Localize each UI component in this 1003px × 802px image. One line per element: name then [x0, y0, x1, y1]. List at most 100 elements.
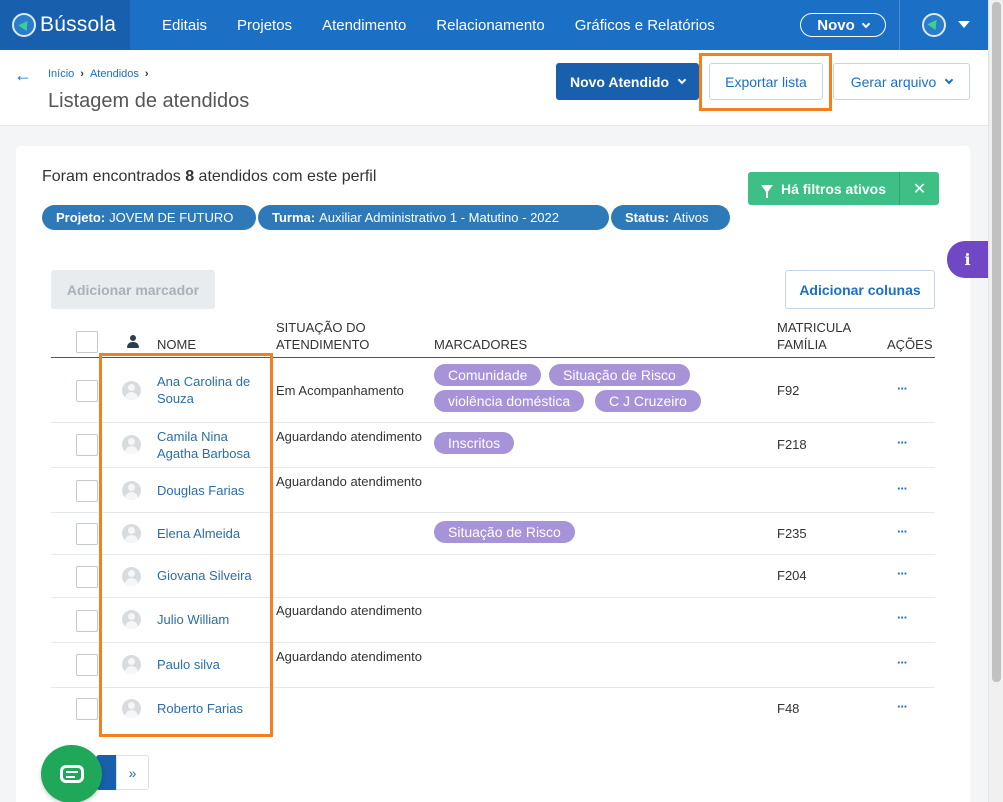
breadcrumb-atendidos[interactable]: Atendidos	[90, 68, 139, 80]
novo-atendido-label: Novo Atendido	[569, 73, 670, 90]
attendee-name-link[interactable]: Roberto Farias	[157, 700, 267, 717]
row-divider	[51, 554, 935, 555]
header-nome[interactable]: NOME	[157, 336, 196, 353]
chat-button[interactable]	[41, 745, 102, 802]
marcador-tag[interactable]: Comunidade	[434, 364, 542, 386]
avatar	[122, 381, 141, 400]
active-filters-label: Há filtros ativos	[780, 180, 887, 197]
attendee-name-link[interactable]: Douglas Farias	[157, 482, 267, 499]
row-checkbox[interactable]	[76, 610, 98, 632]
person-icon	[127, 335, 139, 349]
header-matricula-line1: MATRICULA	[777, 320, 852, 335]
summary-count: 8	[185, 168, 195, 185]
nav-item-graficos-relatorios[interactable]: Gráficos e Relatórios	[575, 17, 715, 34]
row-checkbox[interactable]	[76, 654, 98, 676]
nav-item-projetos[interactable]: Projetos	[237, 17, 292, 34]
attendee-name-link[interactable]: Ana Carolina de Souza	[157, 373, 267, 407]
row-actions-menu[interactable]: ···	[897, 381, 908, 396]
active-filters-button: Há filtros ativos ✕	[748, 172, 939, 205]
marcador-tag[interactable]: Situação de Risco	[434, 521, 575, 543]
marcador-tag[interactable]: C J Cruzeiro	[595, 390, 701, 412]
novo-atendido-button[interactable]: Novo Atendido	[556, 63, 699, 100]
header-situacao-line1: SITUAÇÃO DO	[276, 320, 366, 335]
novo-dropdown-button[interactable]: Novo	[800, 13, 886, 37]
clear-filters-button[interactable]: ✕	[900, 179, 939, 199]
chevron-down-icon	[861, 19, 870, 28]
row-actions-menu[interactable]: ···	[897, 699, 908, 714]
matricula-value: F235	[777, 526, 807, 541]
row-actions-menu[interactable]: ···	[897, 566, 908, 581]
avatar	[122, 524, 141, 543]
row-divider	[51, 597, 935, 598]
exportar-lista-button[interactable]: Exportar lista	[709, 63, 823, 100]
row-actions-menu[interactable]: ···	[897, 481, 908, 496]
attendee-name-link[interactable]: Paulo silva	[157, 656, 267, 673]
filter-chip-turma[interactable]: Turma: Auxiliar Administrativo 1 - Matuti…	[258, 205, 609, 230]
filter-chip-projeto[interactable]: Projeto: JOVEM DE FUTURO	[42, 205, 256, 230]
breadcrumb-home[interactable]: Início	[48, 68, 74, 80]
row-divider	[51, 422, 935, 423]
marcador-tag[interactable]: Inscritos	[434, 432, 515, 454]
row-divider	[51, 687, 935, 688]
attendee-name-link[interactable]: Elena Almeida	[157, 525, 267, 542]
chip-key: Status:	[625, 210, 670, 225]
attendee-name-link[interactable]: Giovana Silveira	[157, 567, 267, 584]
breadcrumb: Início › Atendidos ›	[48, 68, 149, 80]
marcador-tag[interactable]: violência doméstica	[434, 390, 585, 412]
marcador-tag[interactable]: Situação de Risco	[549, 364, 690, 386]
row-actions-menu[interactable]: ···	[897, 435, 908, 450]
info-icon[interactable]: i	[947, 241, 988, 278]
add-colunas-button[interactable]: Adicionar colunas	[785, 270, 935, 309]
row-checkbox[interactable]	[76, 480, 98, 502]
row-checkbox[interactable]	[76, 434, 98, 456]
compass-icon	[12, 13, 36, 37]
situacao-text: Aguardando atendimento	[276, 474, 423, 489]
gerar-arquivo-button[interactable]: Gerar arquivo	[833, 63, 970, 100]
app-logo[interactable]: Bússola	[0, 0, 130, 50]
attendee-name-link[interactable]: Camila Nina Agatha Barbosa	[157, 428, 267, 462]
matricula-value: F218	[777, 437, 807, 452]
nav-item-atendimento[interactable]: Atendimento	[322, 17, 406, 34]
select-all-checkbox[interactable]	[76, 331, 98, 353]
page-title: Listagem de atendidos	[48, 90, 250, 112]
row-checkbox[interactable]	[76, 698, 98, 720]
situacao-text: Em Acompanhamento	[276, 383, 404, 398]
header-marcadores[interactable]: MARCADORES	[434, 336, 527, 353]
row-divider	[51, 467, 935, 468]
user-avatar[interactable]	[922, 13, 946, 37]
avatar	[122, 699, 141, 718]
nav-item-relacionamento[interactable]: Relacionamento	[436, 17, 544, 34]
active-filters-toggle[interactable]: Há filtros ativos	[748, 172, 900, 205]
row-divider	[51, 512, 935, 513]
matricula-value: F204	[777, 568, 807, 583]
row-checkbox[interactable]	[76, 380, 98, 402]
row-actions-menu[interactable]: ···	[897, 524, 908, 539]
header-situacao[interactable]: SITUAÇÃO DO ATENDIMENTO	[276, 319, 369, 353]
attendee-name-link[interactable]: Julio William	[157, 611, 267, 628]
logo-text: Bússola	[40, 13, 117, 36]
row-actions-menu[interactable]: ···	[897, 610, 908, 625]
user-menu-caret-icon[interactable]	[958, 21, 970, 28]
row-checkbox[interactable]	[76, 523, 98, 545]
matricula-value: F48	[777, 701, 800, 716]
add-marcador-button[interactable]: Adicionar marcador	[51, 270, 215, 309]
header-matricula[interactable]: MATRICULA FAMÍLIA	[777, 319, 851, 353]
breadcrumb-separator: ›	[80, 68, 84, 80]
scrollbar-thumb[interactable]	[992, 2, 1001, 682]
nav-divider	[899, 0, 900, 50]
row-actions-menu[interactable]: ···	[897, 655, 908, 670]
chevron-down-icon	[677, 75, 687, 85]
avatar	[122, 655, 141, 674]
avatar	[122, 567, 141, 586]
filter-chip-status[interactable]: Status: Ativos	[611, 205, 730, 230]
row-checkbox[interactable]	[76, 566, 98, 588]
chip-value: Ativos	[673, 210, 709, 225]
header-situacao-line2: ATENDIMENTO	[276, 337, 370, 352]
chat-bubble-icon	[59, 765, 84, 783]
summary-suffix: atendidos com este perfil	[194, 168, 377, 185]
page-scrollbar[interactable]	[988, 0, 1003, 802]
summary-prefix: Foram encontrados	[42, 168, 186, 185]
back-arrow-icon[interactable]: ←	[14, 65, 32, 86]
nav-item-editais[interactable]: Editais	[162, 17, 207, 34]
pagination-next-button[interactable]: »	[116, 755, 149, 790]
